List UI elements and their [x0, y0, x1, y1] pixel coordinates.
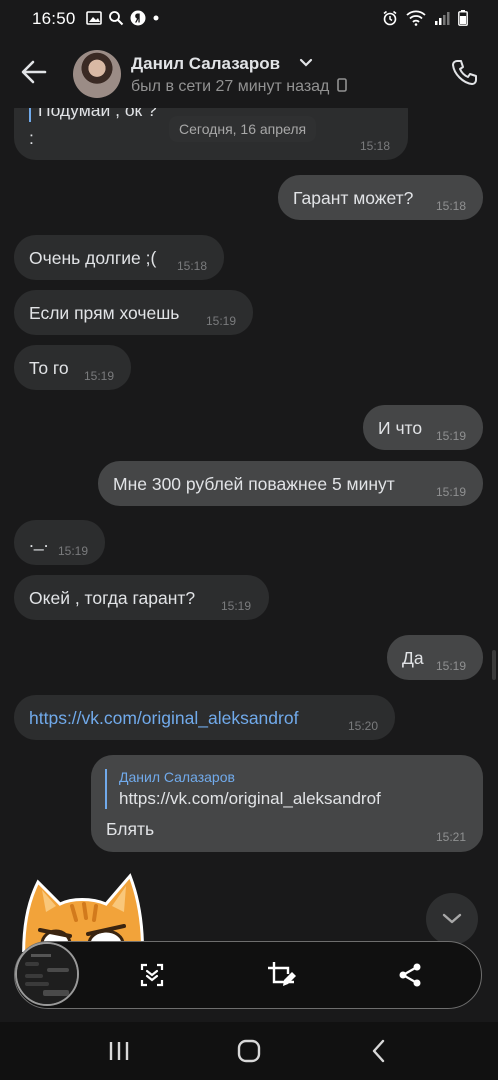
message-text: Блять	[106, 819, 155, 839]
screenshot-toolbar	[14, 941, 482, 1009]
message-text: Если прям хочешь	[29, 303, 180, 323]
message-bubble[interactable]: То го 15:19	[14, 345, 131, 390]
message-time: 15:19	[58, 544, 89, 558]
reply-message-bubble[interactable]: Данил Салазаров https://vk.com/original_…	[91, 755, 483, 852]
presence-text: был в сети 27 минут назад	[131, 78, 330, 95]
navigation-bar	[0, 1022, 498, 1080]
gallery-icon	[86, 11, 102, 25]
recents-icon[interactable]	[106, 1038, 132, 1064]
arrow-left-icon[interactable]	[20, 58, 48, 86]
message-time: 15:19	[206, 314, 237, 328]
scrollbar[interactable]	[492, 650, 496, 680]
crop-edit-icon[interactable]	[266, 960, 296, 990]
wifi-icon	[406, 10, 426, 26]
reply-text: https://vk.com/original_aleksandrof	[119, 789, 381, 808]
status-time: 16:50	[32, 9, 76, 28]
message-text: И что	[378, 418, 423, 438]
phone-icon[interactable]	[450, 58, 480, 88]
quote-bar	[29, 108, 31, 122]
message-time: 15:19	[436, 429, 467, 443]
message-list[interactable]: Подумай , ок ? : 15:18 Сегодня, 16 апрел…	[0, 108, 498, 952]
message-bubble[interactable]: Если прям хочешь 15:19	[14, 290, 253, 335]
message-text: Подумай , ок ?	[38, 108, 157, 120]
message-text-extra: :	[29, 128, 34, 148]
message-time: 15:19	[436, 485, 467, 499]
search-icon	[109, 11, 124, 26]
chat-header: Данил Салазаров был в сети 27 минут наза…	[0, 38, 498, 108]
message-time: 15:18	[436, 199, 467, 213]
battery-icon	[458, 10, 468, 26]
message-bubble[interactable]: И что 15:19	[363, 405, 483, 450]
yandex-icon	[130, 10, 146, 26]
cat-sticker[interactable]	[20, 868, 150, 952]
message-time: 15:20	[348, 719, 379, 733]
message-text: Окей , тогда гарант?	[29, 588, 196, 608]
screenshot-thumbnail[interactable]	[15, 942, 79, 1006]
message-text: Очень долгие ;(	[29, 248, 157, 268]
presence-status: был в сети 27 минут назад	[131, 78, 347, 96]
scroll-capture-icon[interactable]	[137, 960, 167, 990]
share-icon[interactable]	[395, 960, 425, 990]
message-bubble[interactable]: Да 15:19	[387, 635, 483, 680]
signal-icon	[435, 12, 450, 25]
message-time: 15:19	[221, 599, 252, 613]
home-icon[interactable]	[236, 1038, 262, 1064]
message-bubble[interactable]: ._. 15:19	[14, 520, 105, 565]
message-time: 15:19	[84, 369, 115, 383]
chevron-down-icon[interactable]	[299, 58, 313, 68]
message-bubble[interactable]: Мне 300 рублей поважнее 5 минут 15:19	[98, 461, 483, 506]
reply-author: Данил Салазаров	[119, 769, 235, 785]
message-text: Мне 300 рублей поважнее 5 минут	[113, 474, 395, 494]
date-separator: Сегодня, 16 апреля	[169, 116, 317, 142]
message-bubble[interactable]: Гарант может? 15:18	[278, 175, 483, 220]
message-bubble[interactable]: Очень долгие ;( 15:18	[14, 235, 224, 280]
message-time: 15:18	[360, 139, 391, 153]
message-link[interactable]: https://vk.com/original_aleksandrof	[29, 708, 298, 729]
alarm-icon	[383, 10, 397, 26]
back-icon[interactable]	[366, 1038, 392, 1064]
message-time: 15:21	[436, 830, 467, 844]
message-text: Да	[402, 648, 424, 668]
avatar[interactable]	[73, 50, 121, 98]
status-bar: 16:50	[0, 0, 498, 38]
reply-bar	[105, 769, 107, 809]
mobile-icon	[337, 78, 347, 92]
system-icons	[382, 10, 468, 26]
message-text: Гарант может?	[293, 188, 414, 208]
message-text: ._.	[29, 531, 49, 551]
contact-name[interactable]: Данил Салазаров	[131, 54, 280, 74]
scroll-down-button[interactable]	[426, 893, 478, 945]
message-bubble[interactable]: https://vk.com/original_aleksandrof 15:2…	[14, 695, 395, 740]
chevron-down-icon	[442, 913, 462, 924]
message-time: 15:19	[436, 659, 467, 673]
notification-icons	[86, 10, 160, 26]
message-time: 15:18	[177, 259, 208, 273]
thumbnail-preview	[17, 944, 77, 1004]
message-text: То го	[29, 358, 69, 378]
dot-icon	[153, 15, 159, 21]
message-bubble[interactable]: Окей , тогда гарант? 15:19	[14, 575, 269, 620]
